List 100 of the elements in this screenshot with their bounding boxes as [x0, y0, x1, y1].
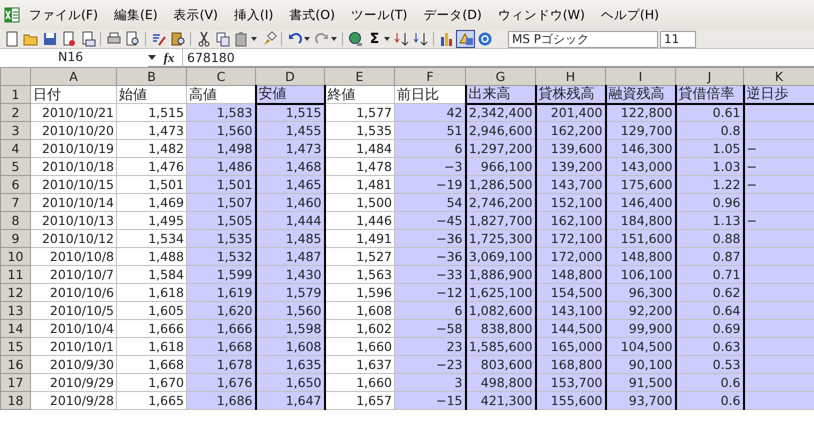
column-title: 逆日歩 [744, 86, 814, 104]
table-cell: 151,600 [606, 230, 676, 248]
table-cell: −23 [394, 356, 466, 374]
menu-item[interactable]: ファイル(F) [22, 4, 105, 26]
table-cell: 1,560 [186, 122, 256, 140]
sort-ascending-button[interactable] [392, 30, 411, 48]
column-header[interactable]: F [394, 68, 466, 86]
table-cell: 1,668 [116, 356, 186, 374]
table-cell: 1,507 [186, 194, 256, 212]
sort-descending-button[interactable] [411, 30, 430, 48]
table-cell: 1.22 [676, 176, 744, 194]
table-cell: 144,500 [536, 320, 606, 338]
menu-item[interactable]: 挿入(I) [226, 4, 280, 26]
table-cell: 2010/9/29 [30, 374, 116, 392]
table-cell: 1,444 [256, 212, 324, 230]
row-header[interactable]: 11 [0, 266, 30, 284]
function-label[interactable]: fx [156, 48, 182, 68]
row-header[interactable]: 17 [0, 374, 30, 392]
table-cell: 143,100 [536, 302, 606, 320]
row-header[interactable]: 18 [0, 392, 30, 410]
table-cell: 148,800 [536, 266, 606, 284]
column-header[interactable]: K [744, 68, 814, 86]
table-cell: 0.71 [676, 266, 744, 284]
table-cell: 1,532 [186, 248, 256, 266]
row-header[interactable]: 9 [0, 230, 30, 248]
table-cell: 155,600 [536, 392, 606, 410]
row-header[interactable]: 16 [0, 356, 30, 374]
table-cell: −3 [394, 158, 466, 176]
table-cell: 2010/10/21 [30, 104, 116, 122]
column-title: 出来高 [466, 86, 536, 104]
table-cell: 2010/10/6 [30, 284, 116, 302]
table-cell: 42 [394, 104, 466, 122]
menu-item[interactable]: 表示(V) [166, 4, 225, 26]
column-header[interactable]: B [116, 68, 186, 86]
row-header[interactable]: 14 [0, 320, 30, 338]
table-cell: 154,500 [536, 284, 606, 302]
column-header[interactable]: E [324, 68, 394, 86]
table-cell: − [744, 158, 814, 176]
table-cell: 184,800 [606, 212, 676, 230]
row-header[interactable]: 13 [0, 302, 30, 320]
table-cell: 106,100 [606, 266, 676, 284]
row-header[interactable]: 1 [0, 86, 30, 104]
column-header[interactable]: I [606, 68, 676, 86]
font-name-dropdown[interactable]: MS Pゴシック [508, 30, 658, 48]
row-header[interactable]: 12 [0, 284, 30, 302]
table-cell: 1,505 [186, 212, 256, 230]
table-cell: 1,608 [256, 338, 324, 356]
column-header[interactable]: G [466, 68, 536, 86]
table-cell: 1,579 [256, 284, 324, 302]
shapes-button[interactable] [456, 30, 475, 48]
table-cell: 152,100 [536, 194, 606, 212]
column-header[interactable]: A [30, 68, 116, 86]
table-cell: 1,297,200 [466, 140, 536, 158]
table-cell: − [744, 176, 814, 194]
column-header[interactable]: H [536, 68, 606, 86]
row-header[interactable]: 4 [0, 140, 30, 158]
table-cell: 0.63 [676, 338, 744, 356]
table-cell: 3 [394, 374, 466, 392]
row-header[interactable]: 2 [0, 104, 30, 122]
menu-item[interactable]: ヘルプ(H) [594, 4, 666, 26]
row-header[interactable]: 15 [0, 338, 30, 356]
name-box[interactable]: N16 [0, 48, 148, 66]
spreadsheet-logo-icon[interactable] [4, 7, 20, 23]
menu-item[interactable]: 書式(O) [282, 4, 342, 26]
table-cell: 1,625,100 [466, 284, 536, 302]
table-cell: 165,000 [536, 338, 606, 356]
menu-item[interactable]: データ(D) [416, 4, 489, 26]
row-header[interactable]: 5 [0, 158, 30, 176]
table-cell: −58 [394, 320, 466, 338]
table-cell: 1,560 [256, 302, 324, 320]
table-cell: 1,665 [116, 392, 186, 410]
table-cell: 1,455 [256, 122, 324, 140]
table-cell: 3,069,100 [466, 248, 536, 266]
column-header[interactable]: D [256, 68, 324, 86]
menu-item[interactable]: ツール(T) [344, 4, 414, 26]
column-header[interactable]: J [676, 68, 744, 86]
table-cell: 1,082,600 [466, 302, 536, 320]
row-header[interactable]: 6 [0, 176, 30, 194]
font-size-dropdown[interactable]: 11 [660, 30, 696, 48]
globe-link-button[interactable] [346, 30, 365, 48]
row-header[interactable]: 3 [0, 122, 30, 140]
row-header[interactable]: 10 [0, 248, 30, 266]
table-cell: 1,619 [186, 284, 256, 302]
table-cell: 1,515 [116, 104, 186, 122]
table-cell: 2010/10/18 [30, 158, 116, 176]
row-header[interactable]: 8 [0, 212, 30, 230]
table-cell: 6 [394, 140, 466, 158]
autosum-button[interactable]: Σ [365, 30, 384, 48]
row-header[interactable]: 7 [0, 194, 30, 212]
menu-item[interactable]: ウィンドウ(W) [490, 4, 592, 26]
column-header[interactable]: C [186, 68, 256, 86]
table-cell: 172,100 [536, 230, 606, 248]
table-cell: 0.87 [676, 248, 744, 266]
table-cell: 1,618 [116, 338, 186, 356]
table-cell: 0.8 [676, 122, 744, 140]
menu-item[interactable]: 編集(E) [106, 4, 165, 26]
table-cell: 1.13 [676, 212, 744, 230]
table-cell: −36 [394, 230, 466, 248]
table-cell: 1,725,300 [466, 230, 536, 248]
table-cell: 2010/10/15 [30, 176, 116, 194]
